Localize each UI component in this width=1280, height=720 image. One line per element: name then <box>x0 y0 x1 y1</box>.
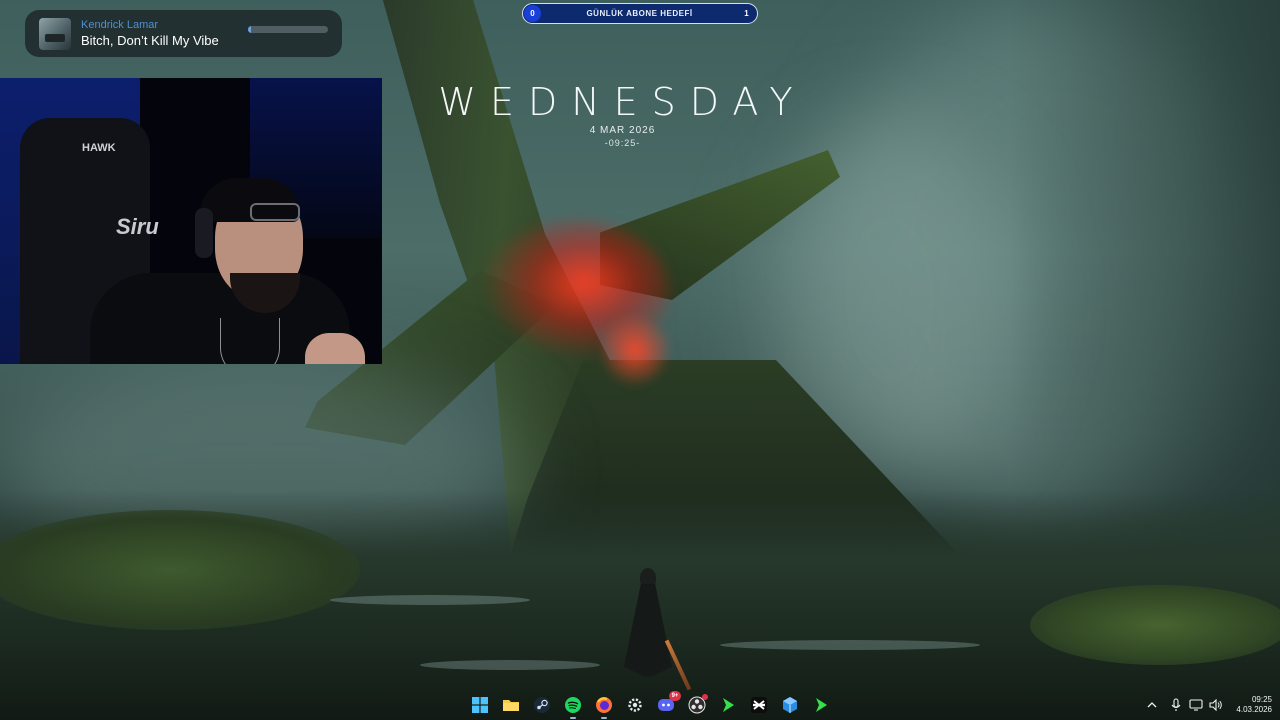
track-title: Bitch, Don’t Kill My Vibe <box>81 33 219 48</box>
track-info: Kendrick Lamar Bitch, Don’t Kill My Vibe <box>81 18 242 49</box>
spotify-icon[interactable] <box>561 693 585 719</box>
clock-date: 4.03.2026 <box>1236 705 1272 714</box>
goal-current-count: 0 <box>524 5 541 22</box>
gear-icon[interactable] <box>623 693 647 717</box>
necklace <box>220 318 280 364</box>
cloaked-figure <box>618 568 692 698</box>
system-tray: 09:25 4.03.2026 <box>1142 693 1272 717</box>
discord-notification-badge: 9+ <box>669 691 681 701</box>
water-puddle <box>330 595 530 605</box>
display-icon[interactable] <box>1186 693 1206 717</box>
streamer-hand <box>305 333 365 364</box>
obs-notification-dot <box>702 694 708 700</box>
lava-glow <box>600 310 670 390</box>
green-arrow-icon[interactable] <box>716 693 740 717</box>
discord-icon[interactable]: 9+ <box>654 691 681 717</box>
microphone-icon[interactable] <box>1166 693 1186 717</box>
taskbar: 9+ 09:25 4.03.2026 <box>0 690 1280 720</box>
capcut-icon[interactable] <box>747 693 771 717</box>
subscriber-goal-bar: 0 GÜNLÜK ABONE HEDEFİ 1 <box>522 3 758 24</box>
cube-icon[interactable] <box>778 693 802 717</box>
obs-icon[interactable] <box>685 693 709 717</box>
chevron-up-icon[interactable] <box>1142 693 1162 717</box>
chair-text: Siru <box>116 214 159 239</box>
track-artist: Kendrick Lamar <box>81 19 159 31</box>
glasses <box>250 203 300 221</box>
goal-label: GÜNLÜK ABONE HEDEFİ <box>586 9 693 18</box>
tray-clock[interactable]: 09:25 4.03.2026 <box>1236 695 1272 715</box>
folder-icon[interactable] <box>499 693 523 717</box>
windows-icon[interactable] <box>468 693 492 717</box>
tray-quick-settings[interactable] <box>1166 693 1226 717</box>
speaker-icon[interactable] <box>1206 693 1226 717</box>
steam-icon[interactable] <box>530 693 554 717</box>
webcam-overlay: HAWK Siru <box>0 78 382 364</box>
track-progress-fill <box>248 26 252 33</box>
headset <box>195 208 213 258</box>
goal-target-count: 1 <box>744 9 749 18</box>
taskbar-apps: 9+ <box>468 691 833 719</box>
track-progress-bar <box>248 26 328 33</box>
moss-mound <box>1030 585 1280 665</box>
water-puddle <box>720 640 980 650</box>
green-arrow-icon[interactable] <box>809 693 833 717</box>
clock-time: 09:25 <box>1251 695 1272 704</box>
firefox-icon[interactable] <box>592 693 616 719</box>
chair-brand-logo: HAWK <box>82 142 116 154</box>
album-art <box>39 17 71 50</box>
now-playing-widget[interactable]: Kendrick Lamar Bitch, Don’t Kill My Vibe <box>25 10 342 57</box>
water-puddle <box>420 660 600 670</box>
